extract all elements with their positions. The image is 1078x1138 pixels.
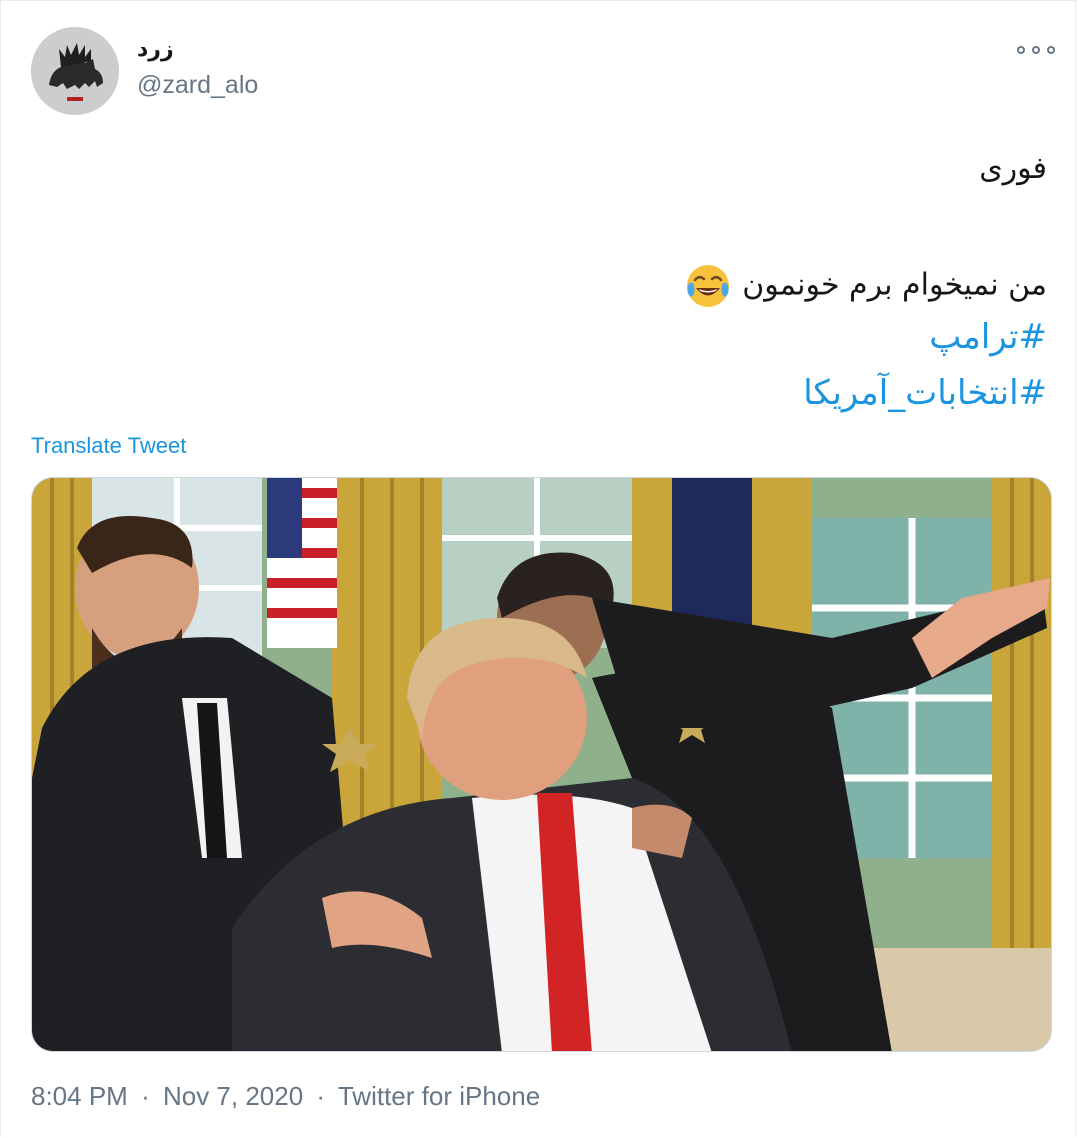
more-horizontal-icon[interactable]: [1017, 37, 1055, 63]
tweet-metadata: 8:04 PM · Nov 7, 2020 · Twitter for iPho…: [31, 1081, 540, 1112]
tweet-source[interactable]: Twitter for iPhone: [338, 1081, 540, 1111]
display-name[interactable]: زرد: [137, 37, 174, 62]
tweet-text-line-2: من نمیخوام برم خونمون: [47, 263, 1047, 309]
tweet-text-line-2-content: من نمیخوام برم خونمون: [742, 267, 1047, 303]
hashtag-link[interactable]: #ترامپ: [929, 317, 1047, 357]
tweet-text-line-1: فوری: [47, 151, 1047, 186]
dot: [1017, 46, 1025, 54]
hashtag-link[interactable]: #انتخابات_آمریکا: [803, 373, 1047, 413]
face-with-tears-of-joy-icon: [686, 265, 729, 307]
user-handle[interactable]: @zard_alo: [137, 71, 258, 100]
photo-illustration: [32, 478, 1051, 1051]
tweet-text-line-1-content: فوری: [979, 151, 1047, 186]
tweet-date[interactable]: Nov 7, 2020: [163, 1081, 303, 1111]
separator: ·: [316, 1081, 326, 1111]
translate-tweet-link[interactable]: Translate Tweet: [31, 433, 186, 459]
dot: [1047, 46, 1055, 54]
tweet-card: زرد @zard_alo فوری من نمیخوام برم خونمون…: [0, 0, 1076, 1137]
tweet-time[interactable]: 8:04 PM: [31, 1081, 128, 1111]
separator: ·: [141, 1081, 150, 1111]
avatar[interactable]: [31, 27, 119, 115]
dot: [1032, 46, 1040, 54]
bear-avatar-icon: [31, 27, 119, 115]
tweet-photo[interactable]: [31, 477, 1052, 1052]
